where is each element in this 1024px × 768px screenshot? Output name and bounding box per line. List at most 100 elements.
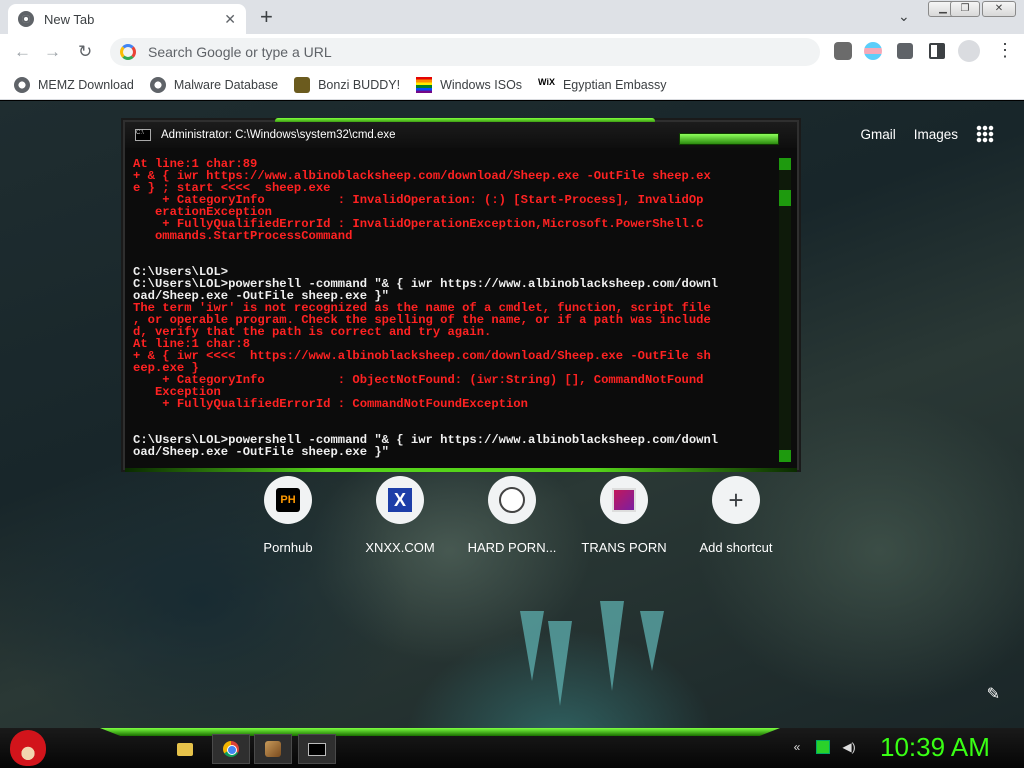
bonzi-icon [294,76,311,93]
menu-kebab-icon[interactable]: ⋮ [996,40,1014,60]
tab-title: New Tab [44,11,95,27]
shortcut-trans[interactable]: TRANS PORN [568,476,680,555]
bookmark-memz-download[interactable]: MEMZ Download [14,76,134,93]
add-shortcut-button[interactable]: + Add shortcut [680,476,792,555]
close-window-button[interactable]: ✕ [982,1,1016,17]
console-line: + & { iwr <<<< https://www.albinoblacksh… [133,349,711,363]
globe-icon [149,76,166,93]
bookmarks-bar: MEMZ Download Malware Database Bonzi BUD… [0,70,1024,100]
dog-face-icon [499,487,525,513]
scroll-thumb[interactable] [779,190,791,206]
volume-icon[interactable]: ◀) [842,740,856,754]
cmd-window[interactable]: C:\ Administrator: C:\Windows\system32\c… [123,118,799,472]
taskbar-cmd[interactable] [298,734,336,764]
system-tray: « ◀) [790,740,856,754]
ph-logo-icon: PH [276,488,300,512]
flag-extension-icon[interactable] [864,42,882,60]
google-icon [120,44,136,60]
plus-icon: + [728,485,744,515]
bookmark-label: Windows ISOs [440,77,523,92]
cmd-window-controls[interactable] [679,133,779,145]
shortcut-label: Add shortcut [699,540,773,555]
keyboard-icon[interactable]: « [790,740,804,754]
taskbar: « ◀) 10:39 AM [0,728,1024,768]
bookmark-windows-isos[interactable]: Windows ISOs [416,76,523,93]
console-line: oad/Sheep.exe -OutFile sheep.exe }" [133,445,389,459]
extensions-puzzle-icon[interactable] [897,43,913,59]
shortcut-icon: + [712,476,760,524]
tab-new-tab[interactable]: New Tab ✕ [8,4,246,34]
ublock-extension-icon[interactable] [834,42,852,60]
x-logo-icon: X [388,488,412,512]
taskbar-folder[interactable] [166,734,204,764]
forward-icon[interactable]: → [44,42,61,62]
bookmark-egyptian-embassy[interactable]: WiX Egyptian Embassy [538,77,666,93]
window-glow-decoration [125,468,797,472]
shortcut-label: XNXX.COM [365,540,435,555]
top-links: Gmail Images [860,125,994,143]
side-panel-icon[interactable] [929,43,945,59]
cmd-icon [308,742,326,756]
bookmark-label: MEMZ Download [38,77,134,92]
shortcut-icon [600,476,648,524]
bookmark-bonzi-buddy[interactable]: Bonzi BUDDY! [294,76,401,93]
scroll-down-arrow[interactable] [779,450,791,462]
shortcut-label: HARD PORN... [467,540,557,555]
start-button-angry-bird-icon[interactable] [10,730,46,766]
browser-toolbar: ← → ↻ Search Google or type a URL ⋮ [0,34,1024,70]
close-tab-icon[interactable]: ✕ [224,11,236,28]
bookmark-label: Bonzi BUDDY! [318,77,401,92]
customize-pencil-icon[interactable]: ✎ [987,684,1000,704]
folder-icon [177,742,193,756]
shortcut-icon: PH [264,476,312,524]
omnibox[interactable]: Search Google or type a URL [110,38,820,66]
shortcut-pornhub[interactable]: PH Pornhub [232,476,344,555]
background-fang [520,611,544,681]
omnibox-placeholder: Search Google or type a URL [148,44,332,60]
console-output[interactable]: At line:1 char:89 + & { iwr https://www.a… [133,158,769,460]
images-link[interactable]: Images [914,127,958,142]
bookmark-label: Egyptian Embassy [562,77,667,92]
new-tab-button[interactable]: + [260,6,273,28]
chrome-icon [223,741,239,757]
shortcut-label: TRANS PORN [581,540,667,555]
shortcuts-grid: PH Pornhub X XNXX.COM HARD PORN... TRANS… [232,476,792,555]
shortcut-icon: X [376,476,424,524]
background-fang [640,611,664,671]
back-icon[interactable]: ← [14,42,31,62]
site-thumbnail-icon [612,488,636,512]
screen: New Tab ✕ + ⌄ ▁ ❐ ✕ ← → ↻ Search Google … [0,0,1024,768]
rainbow-flag-icon [416,76,433,93]
console-line: ommands.StartProcessCommand [133,229,353,243]
console-line: + CategoryInfo : ObjectNotFound: (iwr:St… [133,373,704,387]
cmd-title: Administrator: C:\Windows\system32\cmd.e… [161,129,396,141]
network-icon[interactable] [816,740,830,754]
bookmark-malware-database[interactable]: Malware Database [149,76,279,93]
taskbar-paint[interactable] [254,734,292,764]
reload-icon[interactable]: ↻ [78,42,92,62]
scroll-up-arrow[interactable] [779,158,791,170]
cmd-scrollbar[interactable] [779,158,791,462]
apps-grid-icon[interactable] [976,125,994,143]
shortcut-xnxx[interactable]: X XNXX.COM [344,476,456,555]
console-line: + FullyQualifiedErrorId : CommandNotFoun… [133,397,528,411]
gmail-link[interactable]: Gmail [860,127,895,142]
cmd-icon: C:\ [135,129,151,141]
tab-search-icon[interactable]: ⌄ [898,8,910,25]
shortcut-icon [488,476,536,524]
globe-icon [14,76,30,93]
clock[interactable]: 10:39 AM [880,732,990,763]
background-fang [548,621,572,706]
taskbar-chrome[interactable] [212,734,250,764]
bookmark-label: Malware Database [173,77,279,92]
background-fang [600,601,624,691]
maximize-button[interactable]: ❐ [950,1,980,17]
shortcut-hard[interactable]: HARD PORN... [456,476,568,555]
wix-icon: WiX [538,76,555,87]
shortcut-label: Pornhub [263,540,313,555]
profile-avatar-icon[interactable] [958,40,980,62]
tab-strip: New Tab ✕ + ⌄ ▁ ❐ ✕ [0,0,1024,34]
